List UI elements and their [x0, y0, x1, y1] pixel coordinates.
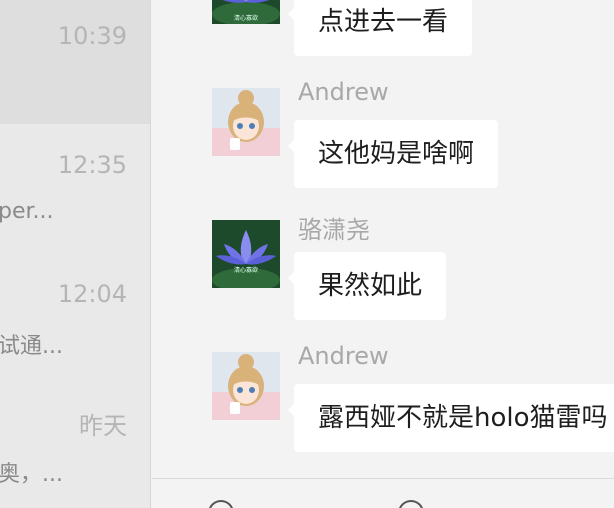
anime-girl-avatar[interactable] — [212, 88, 280, 156]
conversation-time: 10:39 — [57, 22, 127, 50]
conversation-time: 昨天 — [79, 412, 127, 440]
message-bubble[interactable]: 果然如此 — [287, 252, 447, 320]
toolbar-icon[interactable] — [398, 500, 424, 508]
conversation-preview: 奥，... — [0, 462, 63, 487]
anime-girl-avatar[interactable] — [212, 352, 280, 420]
conversation-preview: per... — [0, 199, 54, 224]
input-divider — [152, 478, 614, 479]
conversation-time: 12:35 — [57, 151, 127, 179]
emoji-icon[interactable] — [208, 500, 234, 508]
message-bubble[interactable]: 这他妈是啥啊 — [287, 120, 499, 188]
lotus-caption: 清心寡欲 — [234, 266, 258, 274]
sender-name: 骆潇尧 — [298, 216, 370, 244]
sender-name: Andrew — [298, 78, 389, 106]
lotus-avatar-image: 清心寡欲 — [212, 0, 280, 24]
chat-panel: 清心寡欲 点进去一看 Andrew 这他妈是啥啊 清心寡欲 骆潇尧 果然如此 A… — [152, 0, 614, 508]
conversation-item[interactable]: 昨天 奥，... — [0, 380, 150, 508]
conversation-item[interactable]: 10:39 — [0, 0, 150, 124]
conversation-item[interactable]: 12:35 per... — [0, 125, 150, 251]
lotus-caption: 清心寡欲 — [234, 14, 258, 22]
conversation-list: 10:39 12:35 per... 12:04 试通... 昨天 奥，... — [0, 0, 151, 508]
lotus-avatar[interactable]: 清心寡欲 — [212, 0, 280, 24]
lotus-avatar[interactable]: 清心寡欲 — [212, 220, 280, 288]
message-bubble[interactable]: 露西娅不就是holo猫雷吗 — [288, 384, 614, 452]
anime-girl-avatar-image — [212, 88, 280, 156]
conversation-item[interactable]: 12:04 试通... — [0, 252, 150, 378]
anime-girl-avatar-image — [212, 352, 280, 420]
conversation-time: 12:04 — [57, 280, 127, 308]
message-bubble[interactable]: 点进去一看 — [287, 0, 473, 56]
lotus-avatar-image: 清心寡欲 — [212, 220, 280, 288]
sender-name: Andrew — [298, 342, 389, 370]
conversation-preview: 试通... — [0, 334, 63, 359]
